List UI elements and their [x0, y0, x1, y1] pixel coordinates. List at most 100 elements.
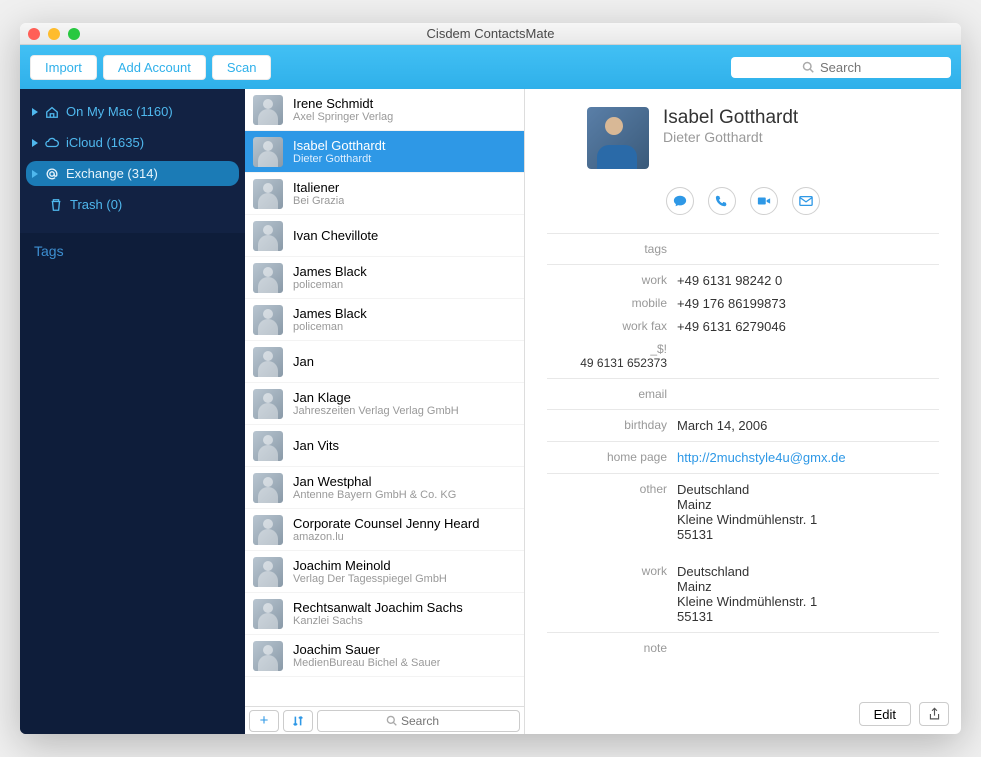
contact-row-name: Jan Westphal: [293, 474, 456, 489]
contact-row-name: Irene Schmidt: [293, 96, 393, 111]
accounts-list: On My Mac (1160) iCloud (1635) Exchange (3…: [20, 89, 245, 233]
email-button[interactable]: [792, 187, 820, 215]
contact-row-sub: Verlag Der Tagesspiegel GmbH: [293, 573, 447, 585]
tags-value[interactable]: [677, 242, 939, 256]
contact-detail-panel: Isabel Gotthardt Dieter Gotthardt tags w…: [525, 89, 961, 734]
minimize-window-button[interactable]: [48, 28, 60, 40]
avatar: [253, 599, 283, 629]
contact-row-name: James Black: [293, 306, 367, 321]
app-window: Cisdem ContactsMate Import Add Account S…: [20, 23, 961, 734]
list-item[interactable]: Joachim MeinoldVerlag Der Tagesspiegel G…: [245, 551, 524, 593]
avatar: [253, 389, 283, 419]
contact-row-sub: Bei Grazia: [293, 195, 344, 207]
contact-row-name: Italiener: [293, 180, 344, 195]
list-item[interactable]: James Blackpoliceman: [245, 257, 524, 299]
phone-label: work: [547, 273, 677, 288]
phone-value[interactable]: 49 6131 652373: [547, 356, 667, 370]
sidebar-account-0[interactable]: On My Mac (1160): [26, 99, 239, 124]
traffic-lights: [28, 28, 80, 40]
list-item[interactable]: Ivan Chevillote: [245, 215, 524, 257]
contact-list[interactable]: Irene SchmidtAxel Springer VerlagIsabel …: [245, 89, 524, 706]
avatar: [253, 95, 283, 125]
list-item[interactable]: James Blackpoliceman: [245, 299, 524, 341]
avatar: [253, 137, 283, 167]
contact-row-name: Joachim Meinold: [293, 558, 447, 573]
contact-row-sub: MedienBureau Bichel & Sauer: [293, 657, 440, 669]
sidebar-account-1[interactable]: iCloud (1635): [26, 130, 239, 155]
disclosure-triangle-icon: [32, 139, 38, 147]
birthday-label: birthday: [547, 418, 677, 433]
avatar: [253, 305, 283, 335]
list-item[interactable]: Jan: [245, 341, 524, 383]
phone-value[interactable]: +49 176 86199873: [677, 296, 939, 311]
sort-button[interactable]: [283, 710, 313, 732]
address-value: DeutschlandMainzKleine Windmühlenstr. 15…: [677, 564, 939, 624]
birthday-value: March 14, 2006: [677, 418, 939, 433]
avatar: [253, 515, 283, 545]
disclosure-triangle-icon: [32, 170, 38, 178]
contact-photo[interactable]: [587, 107, 649, 169]
list-item[interactable]: Isabel GotthardtDieter Gotthardt: [245, 131, 524, 173]
avatar: [253, 347, 283, 377]
share-button[interactable]: [919, 702, 949, 726]
list-item[interactable]: Corporate Counsel Jenny Heardamazon.lu: [245, 509, 524, 551]
contact-row-sub: Jahreszeiten Verlag Verlag GmbH: [293, 405, 459, 417]
contact-row-name: Ivan Chevillote: [293, 228, 378, 243]
add-contact-button[interactable]: +: [249, 710, 279, 732]
tags-section-header[interactable]: Tags: [20, 233, 245, 269]
action-buttons: [547, 179, 939, 229]
phone-value[interactable]: +49 6131 98242 0: [677, 273, 939, 288]
add-account-button[interactable]: Add Account: [103, 55, 206, 80]
email-value[interactable]: [677, 387, 939, 401]
detail-bottom-bar: Edit: [859, 702, 949, 726]
sidebar: On My Mac (1160) iCloud (1635) Exchange (3…: [20, 89, 245, 734]
list-item[interactable]: Jan KlageJahreszeiten Verlag Verlag GmbH: [245, 383, 524, 425]
call-button[interactable]: [708, 187, 736, 215]
list-item[interactable]: Rechtsanwalt Joachim SachsKanzlei Sachs: [245, 593, 524, 635]
avatar: [253, 179, 283, 209]
contact-row-sub: Dieter Gotthardt: [293, 153, 386, 165]
list-item[interactable]: Joachim SauerMedienBureau Bichel & Sauer: [245, 635, 524, 677]
titlebar: Cisdem ContactsMate: [20, 23, 961, 45]
disclosure-triangle-icon: [32, 108, 38, 116]
note-value[interactable]: [677, 641, 939, 655]
search-icon: [386, 715, 397, 726]
contact-row-sub: amazon.lu: [293, 531, 479, 543]
search-box[interactable]: [731, 57, 951, 78]
list-item[interactable]: Irene SchmidtAxel Springer Verlag: [245, 89, 524, 131]
contact-row-name: Joachim Sauer: [293, 642, 440, 657]
contact-list-panel: Irene SchmidtAxel Springer VerlagIsabel …: [245, 89, 525, 734]
list-item[interactable]: Jan Vits: [245, 425, 524, 467]
bottom-search-input[interactable]: [401, 714, 451, 728]
address-value: DeutschlandMainzKleine Windmühlenstr. 15…: [677, 482, 939, 542]
contact-row-sub: policeman: [293, 279, 367, 291]
bottom-search[interactable]: [317, 710, 520, 732]
search-input[interactable]: [820, 60, 880, 75]
phone-label: work fax: [547, 319, 677, 334]
sidebar-account-2[interactable]: Exchange (314): [26, 161, 239, 186]
import-button[interactable]: Import: [30, 55, 97, 80]
share-icon: [928, 707, 941, 721]
homepage-value[interactable]: http://2muchstyle4u@gmx.de: [677, 450, 939, 465]
video-button[interactable]: [750, 187, 778, 215]
phone-value[interactable]: +49 6131 6279046: [677, 319, 939, 334]
list-item[interactable]: Jan WestphalAntenne Bayern GmbH & Co. KG: [245, 467, 524, 509]
edit-button[interactable]: Edit: [859, 702, 911, 726]
account-label: iCloud (1635): [66, 135, 144, 150]
message-button[interactable]: [666, 187, 694, 215]
scan-button[interactable]: Scan: [212, 55, 272, 80]
avatar: [253, 431, 283, 461]
close-window-button[interactable]: [28, 28, 40, 40]
avatar: [253, 263, 283, 293]
maximize-window-button[interactable]: [68, 28, 80, 40]
avatar: [253, 473, 283, 503]
sidebar-trash[interactable]: Trash (0): [26, 192, 239, 217]
sidebar-fill: [20, 269, 245, 734]
contact-row-name: Rechtsanwalt Joachim Sachs: [293, 600, 463, 615]
tags-label: tags: [547, 242, 677, 256]
phone-label: _$!49 6131 652373: [547, 342, 677, 370]
homepage-label: home page: [547, 450, 677, 465]
avatar: [253, 557, 283, 587]
list-item[interactable]: ItalienerBei Grazia: [245, 173, 524, 215]
trash-label: Trash (0): [70, 197, 122, 212]
